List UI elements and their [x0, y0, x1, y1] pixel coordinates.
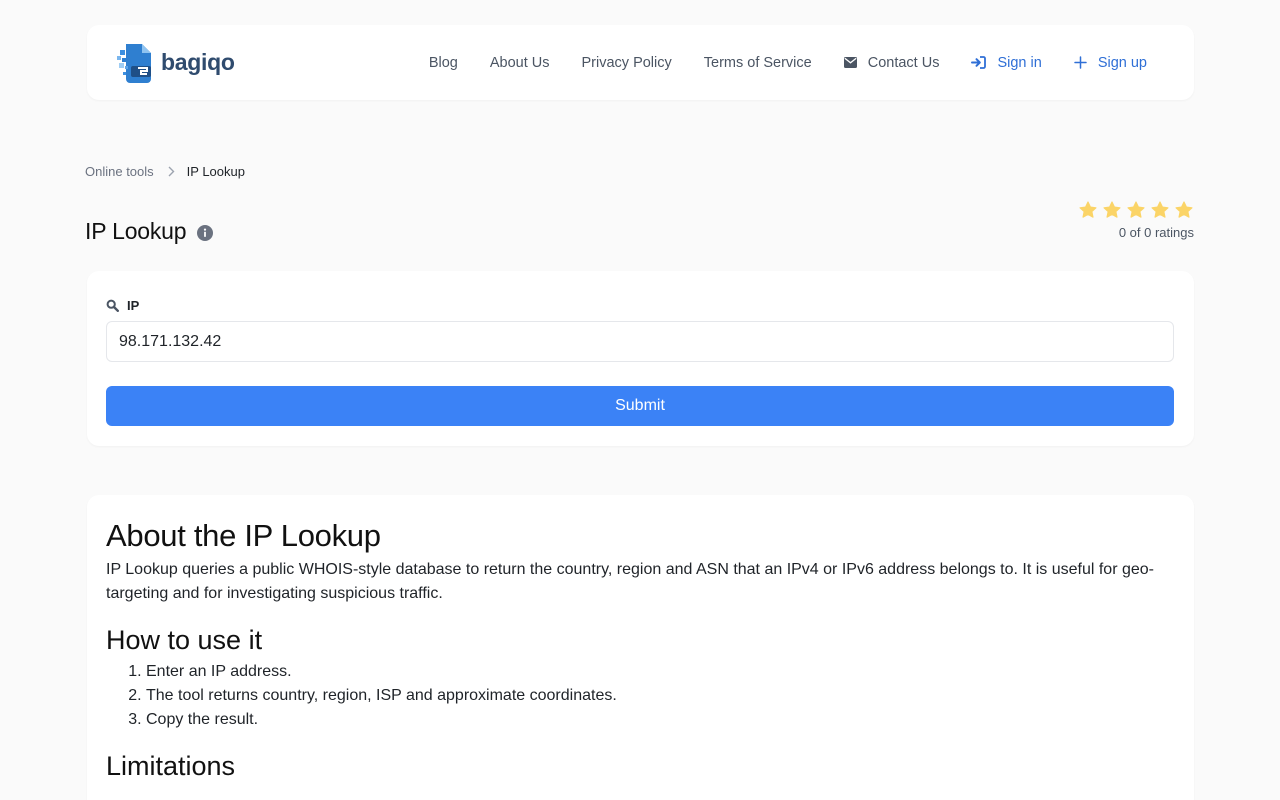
- step-item: Copy the result.: [146, 708, 1175, 732]
- nav-sign-up-label: Sign up: [1097, 54, 1147, 71]
- how-to-steps: Enter an IP address. The tool returns co…: [106, 660, 1175, 732]
- plus-icon: [1074, 56, 1087, 69]
- info-icon[interactable]: [197, 225, 214, 241]
- star-icon[interactable]: [1174, 200, 1194, 220]
- nav-blog[interactable]: Blog: [429, 55, 458, 71]
- star-icon[interactable]: [1078, 200, 1098, 220]
- brand-name: bagiqo: [161, 49, 235, 75]
- submit-button[interactable]: Submit: [106, 386, 1174, 426]
- nav-sign-in[interactable]: Sign in: [971, 54, 1042, 71]
- about-description: IP Lookup queries a public WHOIS-style d…: [106, 561, 1154, 602]
- envelope-icon: [843, 57, 857, 68]
- breadcrumb-online-tools[interactable]: Online tools: [85, 164, 154, 179]
- step-item: Enter an IP address.: [146, 660, 1175, 684]
- star-icon[interactable]: [1126, 200, 1146, 220]
- nav-sign-up[interactable]: Sign up: [1074, 55, 1147, 71]
- nav-contact-us[interactable]: Contact Us: [843, 54, 940, 71]
- star-rating[interactable]: [1078, 200, 1194, 220]
- star-icon[interactable]: [1150, 200, 1170, 220]
- page-title-row: IP Lookup: [85, 218, 214, 245]
- breadcrumb: Online tools IP Lookup: [85, 164, 245, 179]
- step-item: The tool returns country, region, ISP an…: [146, 684, 1175, 708]
- rating-widget: 0 of 0 ratings: [1078, 200, 1194, 240]
- sign-in-icon: [971, 56, 987, 69]
- top-navbar: bagiqo Blog About Us Privacy Policy Term…: [87, 25, 1194, 100]
- logo-icon: [117, 40, 159, 85]
- breadcrumb-current: IP Lookup: [186, 164, 245, 179]
- about-heading: About the IP Lookup: [106, 518, 381, 553]
- magnifier-icon: [106, 299, 119, 312]
- nav-privacy-policy[interactable]: Privacy Policy: [582, 55, 672, 71]
- star-icon[interactable]: [1102, 200, 1122, 220]
- nav-terms-of-service[interactable]: Terms of Service: [704, 55, 812, 71]
- chevron-right-icon: [168, 166, 175, 177]
- limitations-heading: Limitations: [106, 751, 236, 781]
- nav-about-us[interactable]: About Us: [490, 55, 550, 71]
- rating-count: 0 of 0 ratings: [1118, 225, 1194, 240]
- nav-contact-us-label: Contact Us: [867, 54, 940, 71]
- ip-input[interactable]: [106, 321, 1174, 362]
- how-to-heading: How to use it: [106, 625, 263, 655]
- ip-field-label: IP: [106, 298, 139, 313]
- page-title: IP Lookup: [85, 218, 187, 244]
- about-section: About the IP Lookup IP Lookup queries a …: [87, 495, 1194, 800]
- ip-label-text: IP: [127, 298, 140, 313]
- nav-links: Blog About Us Privacy Policy Terms of Se…: [397, 25, 1147, 100]
- nav-sign-in-label: Sign in: [997, 54, 1042, 71]
- brand-logo[interactable]: bagiqo: [117, 40, 235, 85]
- ip-lookup-form: IP Submit: [87, 271, 1194, 446]
